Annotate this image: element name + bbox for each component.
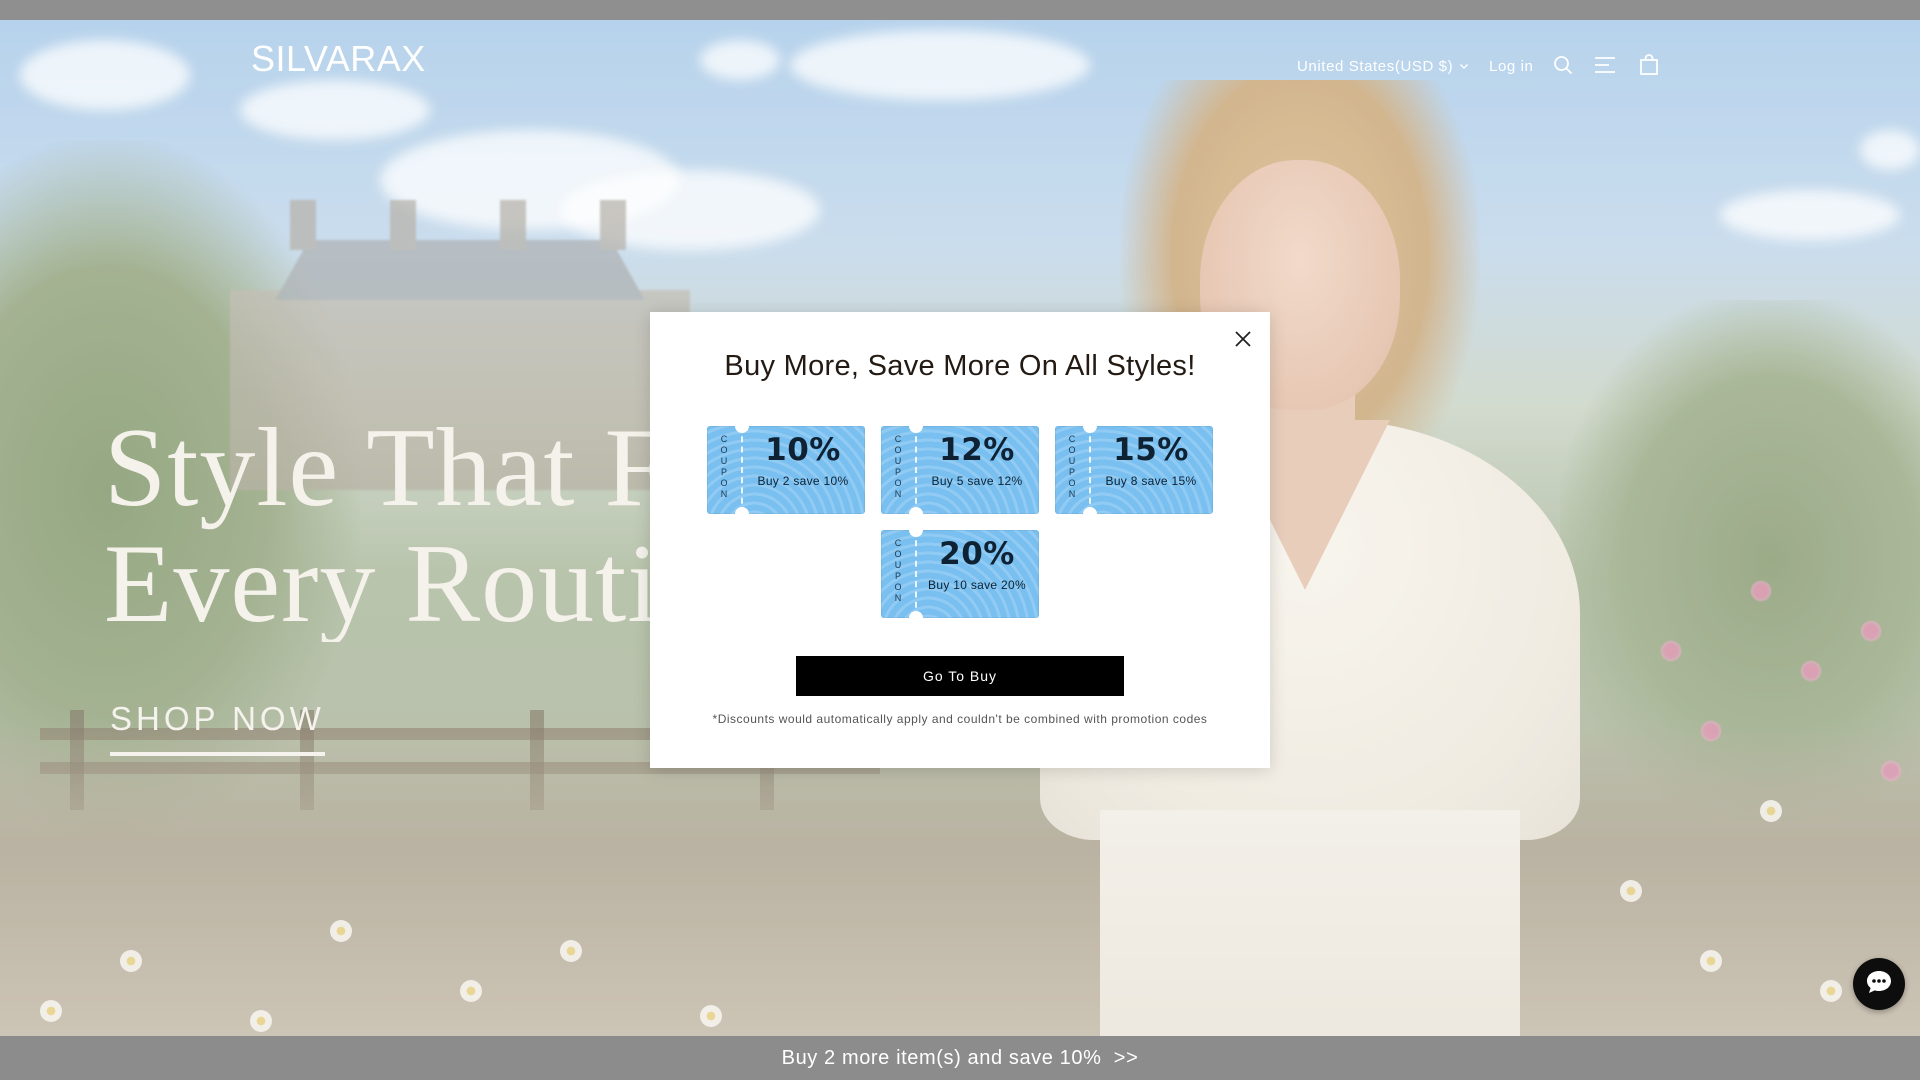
coupon-percent: 10%: [765, 432, 841, 468]
cart-icon[interactable]: [1634, 50, 1664, 80]
hero-title-line1: Style That Fi: [104, 410, 664, 530]
coupon-card: COUPON 20% Buy 10 save 20%: [881, 530, 1039, 618]
coupon-label: COUPON: [894, 434, 902, 499]
coupon-label: COUPON: [720, 434, 728, 499]
top-strip: [0, 0, 1920, 20]
currency-label: United States(USD $): [1297, 58, 1454, 75]
menu-icon[interactable]: [1590, 50, 1620, 80]
chat-button[interactable]: [1853, 958, 1905, 1010]
currency-selector[interactable]: United States(USD $): [1297, 58, 1469, 75]
coupon-percent: 20%: [939, 536, 1015, 572]
go-to-buy-button[interactable]: Go To Buy: [796, 656, 1124, 696]
coupon-desc: Buy 2 save 10%: [757, 474, 849, 488]
coupon-desc: Buy 10 save 20%: [928, 578, 1026, 592]
coupon-label: COUPON: [1068, 434, 1076, 499]
coupon-desc: Buy 5 save 12%: [931, 474, 1023, 488]
search-icon[interactable]: [1548, 50, 1578, 80]
chevron-down-icon: [1459, 58, 1469, 75]
chat-bubble-icon: [1865, 969, 1893, 1000]
popup-title: Buy More, Save More On All Styles!: [724, 350, 1196, 382]
coupon-percent: 12%: [939, 432, 1015, 468]
promo-text: Buy 2 more item(s) and save 10% >>: [781, 1046, 1139, 1069]
coupon-desc: Buy 8 save 15%: [1105, 474, 1197, 488]
coupon-percent: 15%: [1113, 432, 1189, 468]
coupon-card: COUPON 15% Buy 8 save 15%: [1055, 426, 1213, 514]
brand-logo[interactable]: SILVARAX: [251, 38, 426, 80]
discount-popup: Buy More, Save More On All Styles! COUPO…: [650, 312, 1270, 768]
shop-now-link[interactable]: SHOP NOW: [110, 700, 325, 756]
discount-disclaimer: *Discounts would automatically apply and…: [712, 712, 1208, 726]
coupon-card: COUPON 10% Buy 2 save 10%: [707, 426, 865, 514]
login-link[interactable]: Log in: [1489, 58, 1533, 75]
site-header: SILVARAX United States(USD $) Log in: [0, 20, 1920, 100]
coupon-label: COUPON: [894, 538, 902, 603]
hero-title: Style That Fi Every Routine: [104, 410, 664, 642]
promo-bar[interactable]: Buy 2 more item(s) and save 10% >>: [0, 1036, 1920, 1080]
hero-title-line2: Every Routine: [104, 522, 664, 642]
coupon-card: COUPON 12% Buy 5 save 12%: [881, 426, 1039, 514]
